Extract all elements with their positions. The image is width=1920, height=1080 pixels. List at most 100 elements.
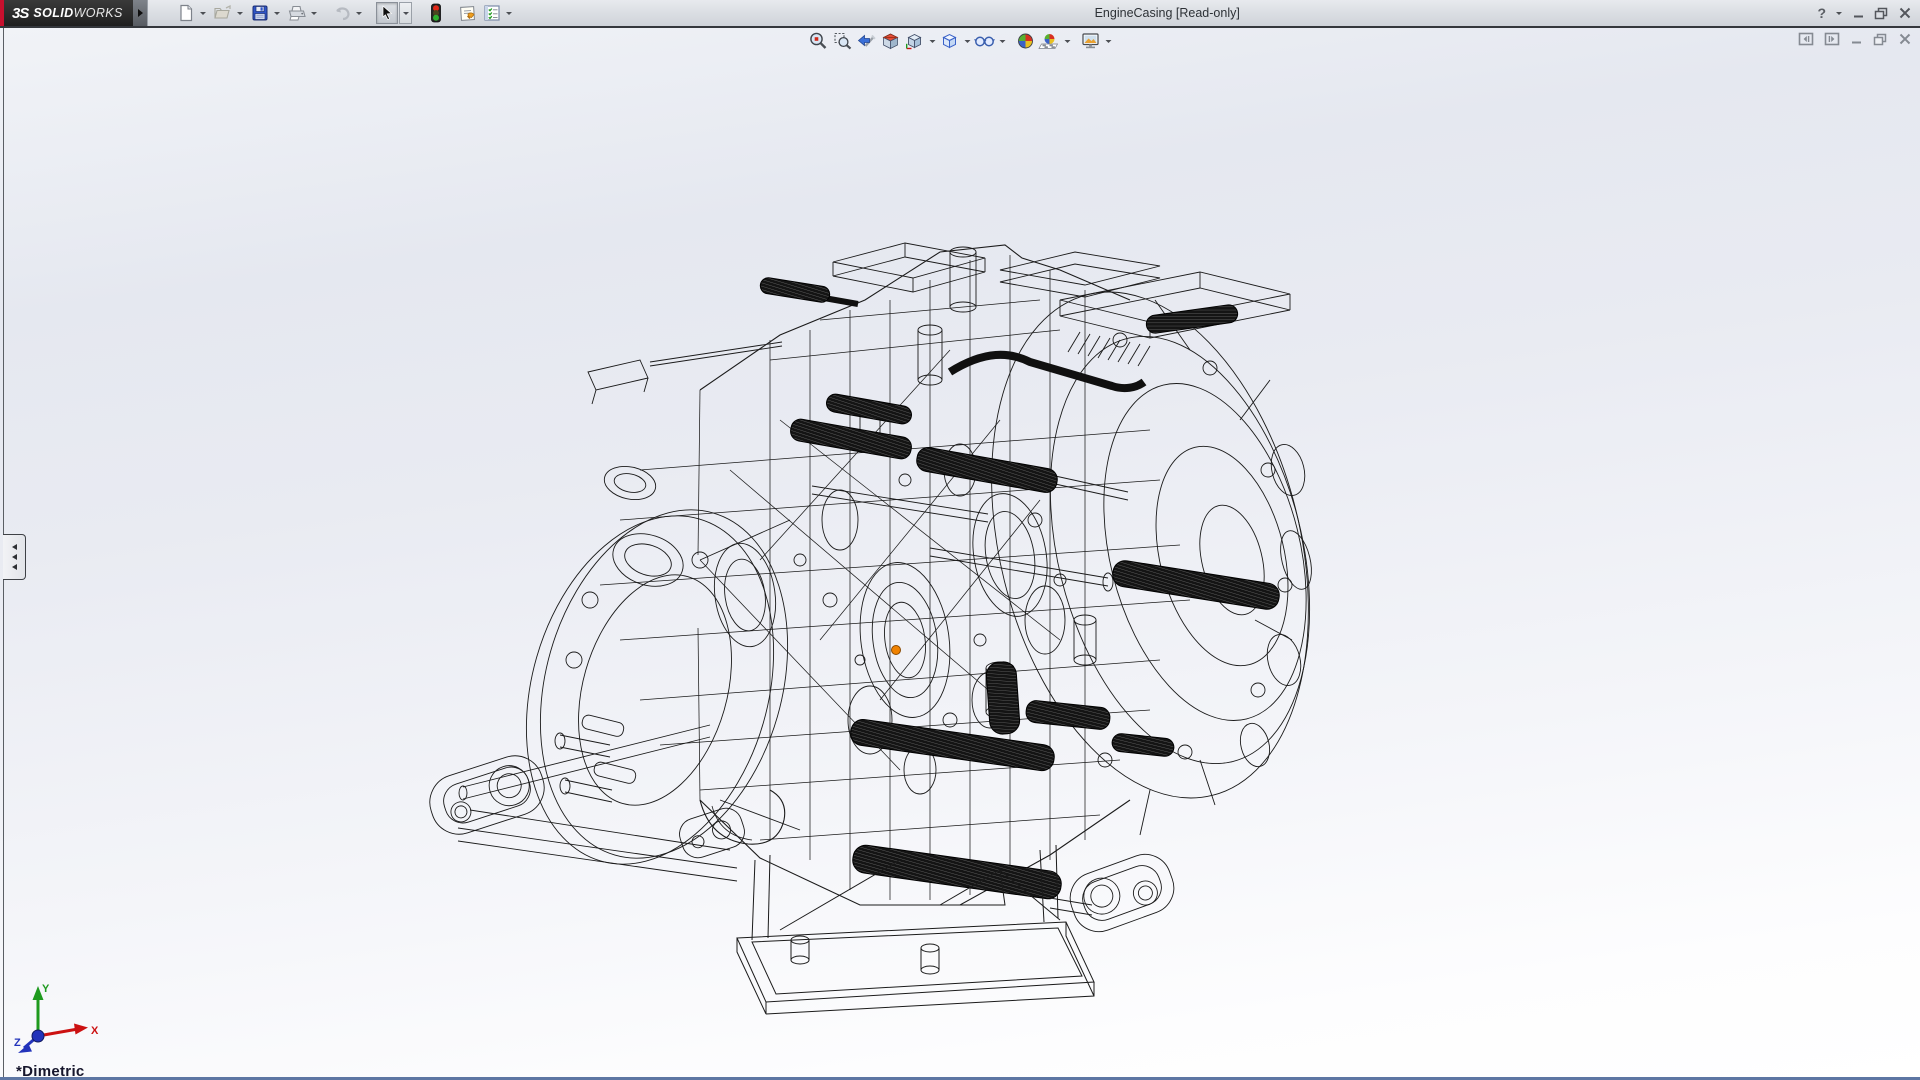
mount-pad-left[interactable] [423,749,552,842]
close-button[interactable] [1898,3,1912,23]
undo-dropdown[interactable] [354,2,363,24]
view-settings-dropdown[interactable] [1103,29,1114,53]
undo-icon [332,4,352,22]
options-button[interactable] [481,2,503,24]
doc-minimize-button[interactable] [1850,33,1863,45]
rebuild-button[interactable] [425,2,447,24]
display-style-dropdown[interactable] [962,29,973,53]
edit-appearance-button[interactable] [1014,29,1038,53]
file-properties-button[interactable] [457,2,479,24]
window-controls: ? [1817,2,1920,24]
display-style-button[interactable] [938,29,962,53]
brand-text: SOLIDWORKS [33,6,122,20]
select-cursor-icon [378,4,396,22]
base-plate[interactable] [700,790,1094,1014]
mount-pad-right[interactable] [1063,847,1181,939]
chevron-down-icon [403,12,409,15]
doc-restore-button[interactable] [1873,33,1888,46]
restore-button[interactable] [1874,3,1889,23]
new-document-icon [177,4,195,22]
options-checklist-icon [483,4,501,22]
print-button[interactable] [286,2,308,24]
undo-button[interactable] [331,2,353,24]
pane-right-button[interactable] [1824,32,1840,46]
help-button[interactable]: ? [1817,3,1826,23]
hide-show-items-icon [974,31,996,51]
zoom-area-icon [833,31,853,51]
chevron-down-icon [1836,12,1842,15]
new-document-button[interactable] [175,2,197,24]
doc-minimize-icon [1850,33,1863,45]
assembly-origin-marker[interactable] [892,646,901,655]
chevron-down-icon [929,40,935,43]
y-axis-label: Y [42,983,50,995]
chevron-down-icon [274,12,280,15]
chevron-down-icon [356,12,362,15]
zoom-to-fit-button[interactable] [807,29,831,53]
apply-scene-button[interactable] [1038,29,1062,53]
view-orientation-button[interactable] [903,29,927,53]
menu-flyout-button[interactable] [133,0,148,26]
hide-show-items-dropdown[interactable] [997,29,1008,53]
headsup-view-toolbar [807,29,1114,53]
z-axis-label: Z [14,1037,21,1049]
new-dropdown[interactable] [198,2,207,24]
pane-right-icon [1824,32,1840,46]
apply-scene-icon [1039,31,1061,51]
x-axis-arrow-icon [74,1024,88,1035]
chevron-down-icon [1105,40,1111,43]
engine-casing-model[interactable] [0,28,1920,1080]
hide-show-items-button[interactable] [973,29,997,53]
doc-close-icon [1898,33,1912,45]
apply-scene-dropdown[interactable] [1062,29,1073,53]
chevron-down-icon [999,40,1005,43]
view-settings-icon [1081,31,1101,51]
flyout-arrow-icon [138,9,143,17]
standard-toolbar [166,0,517,26]
doc-restore-icon [1873,33,1888,46]
open-button[interactable] [212,2,234,24]
view-orientation-dropdown[interactable] [927,29,938,53]
chevron-down-icon [506,12,512,15]
zoom-fit-icon [809,31,829,51]
chevron-down-icon [964,40,970,43]
titlebar-separator [0,26,1920,28]
doc-close-button[interactable] [1898,33,1912,45]
zoom-to-area-button[interactable] [831,29,855,53]
x-axis-label: X [91,1025,99,1037]
dassault-3s-logo-icon: 3S [12,5,28,22]
print-dropdown[interactable] [309,2,318,24]
chevron-down-icon [237,12,243,15]
help-dropdown[interactable] [1835,2,1843,24]
minimize-button[interactable] [1852,3,1865,23]
options-dropdown[interactable] [504,2,513,24]
chevron-down-icon [200,12,206,15]
save-button[interactable] [249,2,271,24]
print-icon [287,4,307,22]
graphics-area[interactable]: Y X Z *Dimetric [0,28,1920,1080]
casing-body[interactable] [600,245,1190,905]
window-title: EngineCasing [Read-only] [517,6,1817,21]
coil-springs[interactable] [759,277,1281,901]
view-orientation-icon [905,31,925,51]
select-dropdown[interactable] [399,2,412,24]
mount-pad-mid[interactable] [675,804,748,862]
section-view-icon [881,31,901,51]
title-bar: 3S SOLIDWORKS [0,0,1920,26]
file-properties-icon [458,4,478,22]
triad-origin-ball [32,1030,44,1042]
pane-left-button[interactable] [1798,32,1814,46]
solidworks-logo[interactable]: 3S SOLIDWORKS [0,0,133,26]
display-style-icon [940,31,960,51]
previous-view-button[interactable] [855,29,879,53]
edit-appearance-icon [1016,31,1036,51]
select-button[interactable] [376,2,398,24]
chevron-down-icon [1064,40,1070,43]
open-dropdown[interactable] [235,2,244,24]
restore-icon [1874,7,1889,20]
section-view-button[interactable] [879,29,903,53]
view-settings-button[interactable] [1079,29,1103,53]
reference-triad: Y X Z [12,978,104,1058]
save-dropdown[interactable] [272,2,281,24]
chevron-down-icon [311,12,317,15]
